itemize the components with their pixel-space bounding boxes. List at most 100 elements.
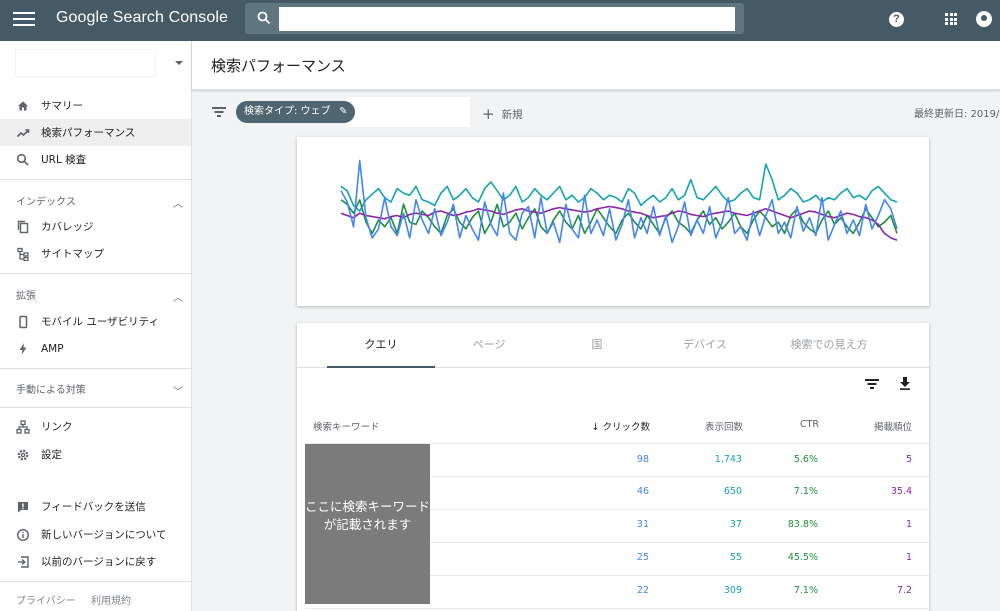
- app-title[interactable]: Google Search Console: [56, 9, 228, 27]
- menu-icon[interactable]: [13, 12, 35, 28]
- feedback-icon: [18, 501, 28, 512]
- chip-label: 検索タイプ: ウェブ: [244, 106, 331, 117]
- search-input[interactable]: [279, 7, 735, 31]
- exit-icon: [18, 555, 29, 568]
- terms-link[interactable]: 利用規約: [91, 596, 131, 607]
- caret-down-icon[interactable]: [175, 61, 183, 65]
- cell-clicks: 25: [636, 552, 649, 563]
- column-header-label: クリック数: [602, 422, 650, 433]
- cell-ctr: 7.1%: [793, 585, 818, 596]
- cell-ctr: 7.1%: [793, 486, 818, 497]
- page-header: 検索パフォーマンス: [192, 41, 1000, 90]
- search-bar: [245, 3, 744, 34]
- sidebar-item-sitemaps[interactable]: サイトマップ: [0, 240, 191, 267]
- sidebar-item-coverage[interactable]: カバレッジ: [0, 213, 191, 240]
- cell-position: 1: [905, 519, 912, 530]
- chip-background: [347, 97, 470, 127]
- section-enhancements-toggle[interactable]: 拡張 ︿: [0, 283, 191, 305]
- footer-links: プライバシー 利用規約: [16, 592, 143, 607]
- column-header-position[interactable]: 掲載順位: [852, 419, 912, 433]
- privacy-link[interactable]: プライバシー: [16, 596, 76, 607]
- cell-impressions: 55: [729, 552, 742, 563]
- tab-country[interactable]: 国: [543, 323, 651, 368]
- chart-series-line-0: [340, 163, 898, 212]
- sidebar-item-links[interactable]: リンク: [0, 413, 191, 440]
- section-label: 拡張: [16, 291, 36, 302]
- sidebar-item-label: モバイル ユーザビリティ: [41, 316, 159, 328]
- sidebar-item-label: 以前のバージョンに戻す: [41, 556, 157, 568]
- top-app-bar: Google Search Console ?: [0, 0, 1000, 41]
- property-selector[interactable]: [15, 49, 156, 77]
- tab-device[interactable]: デバイス: [651, 323, 759, 368]
- cell-clicks: 31: [636, 519, 649, 530]
- plus-icon: +: [482, 105, 495, 123]
- column-header-keyword: 検索キーワード: [313, 422, 380, 433]
- sidebar-item-performance[interactable]: 検索パフォーマンス: [0, 119, 191, 146]
- search-icon[interactable]: [257, 11, 271, 25]
- section-manual-actions-toggle[interactable]: 手動による対策 ﹀: [0, 377, 191, 399]
- sidebar-item-url-inspection[interactable]: URL 検査: [0, 146, 191, 173]
- tab-page[interactable]: ページ: [435, 323, 543, 368]
- performance-line-chart: [340, 159, 898, 244]
- sidebar-item-label: フィードバックを送信: [41, 501, 146, 513]
- divider: [0, 273, 191, 274]
- cell-impressions: 1,743: [714, 454, 742, 465]
- sidebar-item-summary[interactable]: サマリー: [0, 92, 191, 119]
- table-filter-icon[interactable]: [865, 379, 879, 389]
- apps-grid-icon[interactable]: [945, 13, 957, 25]
- sidebar-item-label: URL 検査: [41, 154, 87, 166]
- cell-clicks: 46: [636, 486, 649, 497]
- sidebar-item-old-version[interactable]: 以前のバージョンに戻す: [0, 548, 191, 575]
- divider: [0, 368, 191, 369]
- chevron-down-icon: ﹀: [173, 387, 183, 398]
- section-label: インデックス: [16, 197, 76, 208]
- new-filter-label: 新規: [501, 109, 523, 121]
- edit-pencil-icon: ✎: [339, 106, 348, 117]
- section-label: 手動による対策: [16, 385, 86, 396]
- sitemap-icon: [17, 247, 29, 261]
- column-header-ctr[interactable]: CTR: [759, 419, 819, 430]
- divider: [0, 407, 191, 408]
- keyword-placeholder-overlay: ここに検索キーワードが記載されます: [305, 444, 430, 604]
- cell-position: 1: [905, 552, 912, 563]
- cell-clicks: 22: [636, 585, 649, 596]
- cell-ctr: 5.6%: [793, 454, 818, 465]
- sidebar-item-label: AMP: [41, 342, 64, 355]
- copy-icon: [17, 220, 29, 233]
- search-type-chip[interactable]: 検索タイプ: ウェブ ✎: [236, 101, 355, 123]
- cell-impressions: 37: [729, 519, 742, 530]
- cell-impressions: 309: [723, 585, 742, 596]
- section-index-toggle[interactable]: インデックス ︿: [0, 189, 191, 211]
- cell-impressions: 650: [723, 486, 742, 497]
- info-icon: [16, 528, 30, 541]
- sidebar-item-settings[interactable]: 設定: [0, 441, 191, 468]
- cell-clicks: 98: [636, 454, 649, 465]
- page-title: 検索パフォーマンス: [211, 57, 346, 75]
- chevron-up-icon: ︿: [173, 293, 183, 304]
- query-table-card: クエリ ページ 国 デバイス 検索での見え方 検索キーワード ↓ クリック数 表…: [297, 323, 929, 611]
- bolt-icon: [19, 342, 27, 355]
- new-filter-button[interactable]: + 新規: [482, 104, 523, 123]
- sidebar-item-amp[interactable]: AMP: [0, 335, 191, 362]
- tab-search-appearance[interactable]: 検索での見え方: [767, 323, 891, 368]
- column-header-clicks[interactable]: ↓ クリック数: [590, 419, 651, 433]
- sidebar-item-label: リンク: [41, 421, 73, 433]
- download-icon[interactable]: [899, 377, 911, 390]
- sidebar-item-label: 検索パフォーマンス: [41, 127, 136, 139]
- filter-icon[interactable]: [212, 107, 226, 117]
- sidebar-item-about-new-version[interactable]: 新しいバージョンについて: [0, 521, 191, 548]
- performance-chart-card: [297, 137, 929, 306]
- column-header-impressions[interactable]: 表示回数: [683, 419, 743, 433]
- phone-icon: [19, 315, 28, 328]
- sidebar-item-mobile-usability[interactable]: モバイル ユーザビリティ: [0, 308, 191, 335]
- help-icon[interactable]: ?: [889, 12, 904, 27]
- sidebar-item-label: サイトマップ: [41, 248, 104, 260]
- links-icon: [16, 419, 30, 434]
- last-updated-text: 最終更新日: 2019/0: [914, 109, 1000, 120]
- sidebar-item-feedback[interactable]: フィードバックを送信: [0, 493, 191, 520]
- home-icon: [18, 101, 28, 110]
- cell-ctr: 45.5%: [787, 552, 818, 563]
- trending-up-icon: [16, 128, 30, 137]
- account-avatar[interactable]: [976, 11, 992, 27]
- tab-query[interactable]: クエリ: [327, 323, 435, 368]
